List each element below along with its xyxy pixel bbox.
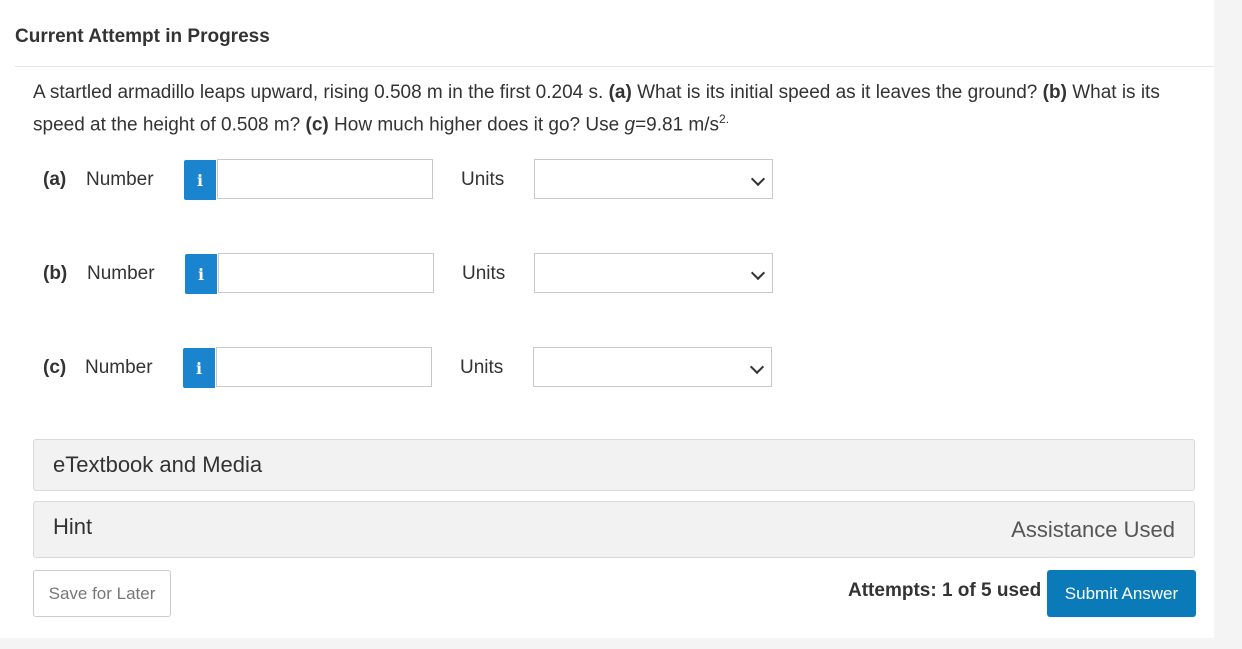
info-icon[interactable]: i xyxy=(183,348,215,388)
number-input-c[interactable] xyxy=(216,347,432,387)
divider xyxy=(15,66,1214,67)
chevron-down-icon xyxy=(750,171,766,187)
question-c-text: How much higher does it go? Use xyxy=(328,114,625,136)
answer-row-b: (b) Number i Units xyxy=(0,253,900,295)
number-label-c: Number xyxy=(85,357,153,378)
part-label-b: (b) xyxy=(43,263,68,284)
question-c-label: (c) xyxy=(305,114,329,136)
attempts-counter: Attempts: 1 of 5 used xyxy=(848,580,1042,601)
units-select-b[interactable] xyxy=(534,253,773,293)
gravity-variable: g xyxy=(624,114,636,136)
number-label-a: Number xyxy=(86,169,154,190)
gravity-exponent: 2. xyxy=(719,112,730,126)
hint-label: Hint xyxy=(53,514,93,539)
question-b-label: (b) xyxy=(1042,82,1067,103)
answer-row-c: (c) Number i Units xyxy=(0,347,900,389)
units-label-c: Units xyxy=(460,357,504,378)
question-card: Current Attempt in Progress A startled a… xyxy=(0,0,1214,638)
units-select-c[interactable] xyxy=(533,347,772,387)
etextbook-label: eTextbook and Media xyxy=(53,452,263,477)
question-a-label: (a) xyxy=(608,82,632,103)
part-label-c: (c) xyxy=(43,357,67,378)
chevron-down-icon xyxy=(749,359,765,375)
save-for-later-button[interactable]: Save for Later xyxy=(33,570,171,617)
assistance-used-label: Assistance Used xyxy=(1011,517,1175,542)
chevron-down-icon xyxy=(750,265,766,281)
info-icon[interactable]: i xyxy=(185,254,217,294)
units-label-a: Units xyxy=(461,169,505,190)
answer-row-a: (a) Number i Units xyxy=(0,159,900,201)
question-text: A startled armadillo leaps upward, risin… xyxy=(33,79,1203,138)
number-input-a[interactable] xyxy=(217,159,433,199)
number-input-b[interactable] xyxy=(218,253,434,293)
gravity-value: =9.81 m/s xyxy=(635,114,720,136)
units-label-b: Units xyxy=(462,263,506,284)
info-icon[interactable]: i xyxy=(184,160,216,200)
page-title: Current Attempt in Progress xyxy=(15,26,270,47)
submit-answer-button[interactable]: Submit Answer xyxy=(1047,570,1196,617)
part-label-a: (a) xyxy=(43,169,67,190)
units-select-a[interactable] xyxy=(534,159,773,199)
question-a-text: What is its initial speed as it leaves t… xyxy=(631,82,1043,103)
hint-panel[interactable]: Hint Assistance Used xyxy=(33,501,1195,558)
number-label-b: Number xyxy=(87,263,155,284)
etextbook-panel[interactable]: eTextbook and Media xyxy=(33,439,1195,491)
question-intro: A startled armadillo leaps upward, risin… xyxy=(33,82,609,103)
